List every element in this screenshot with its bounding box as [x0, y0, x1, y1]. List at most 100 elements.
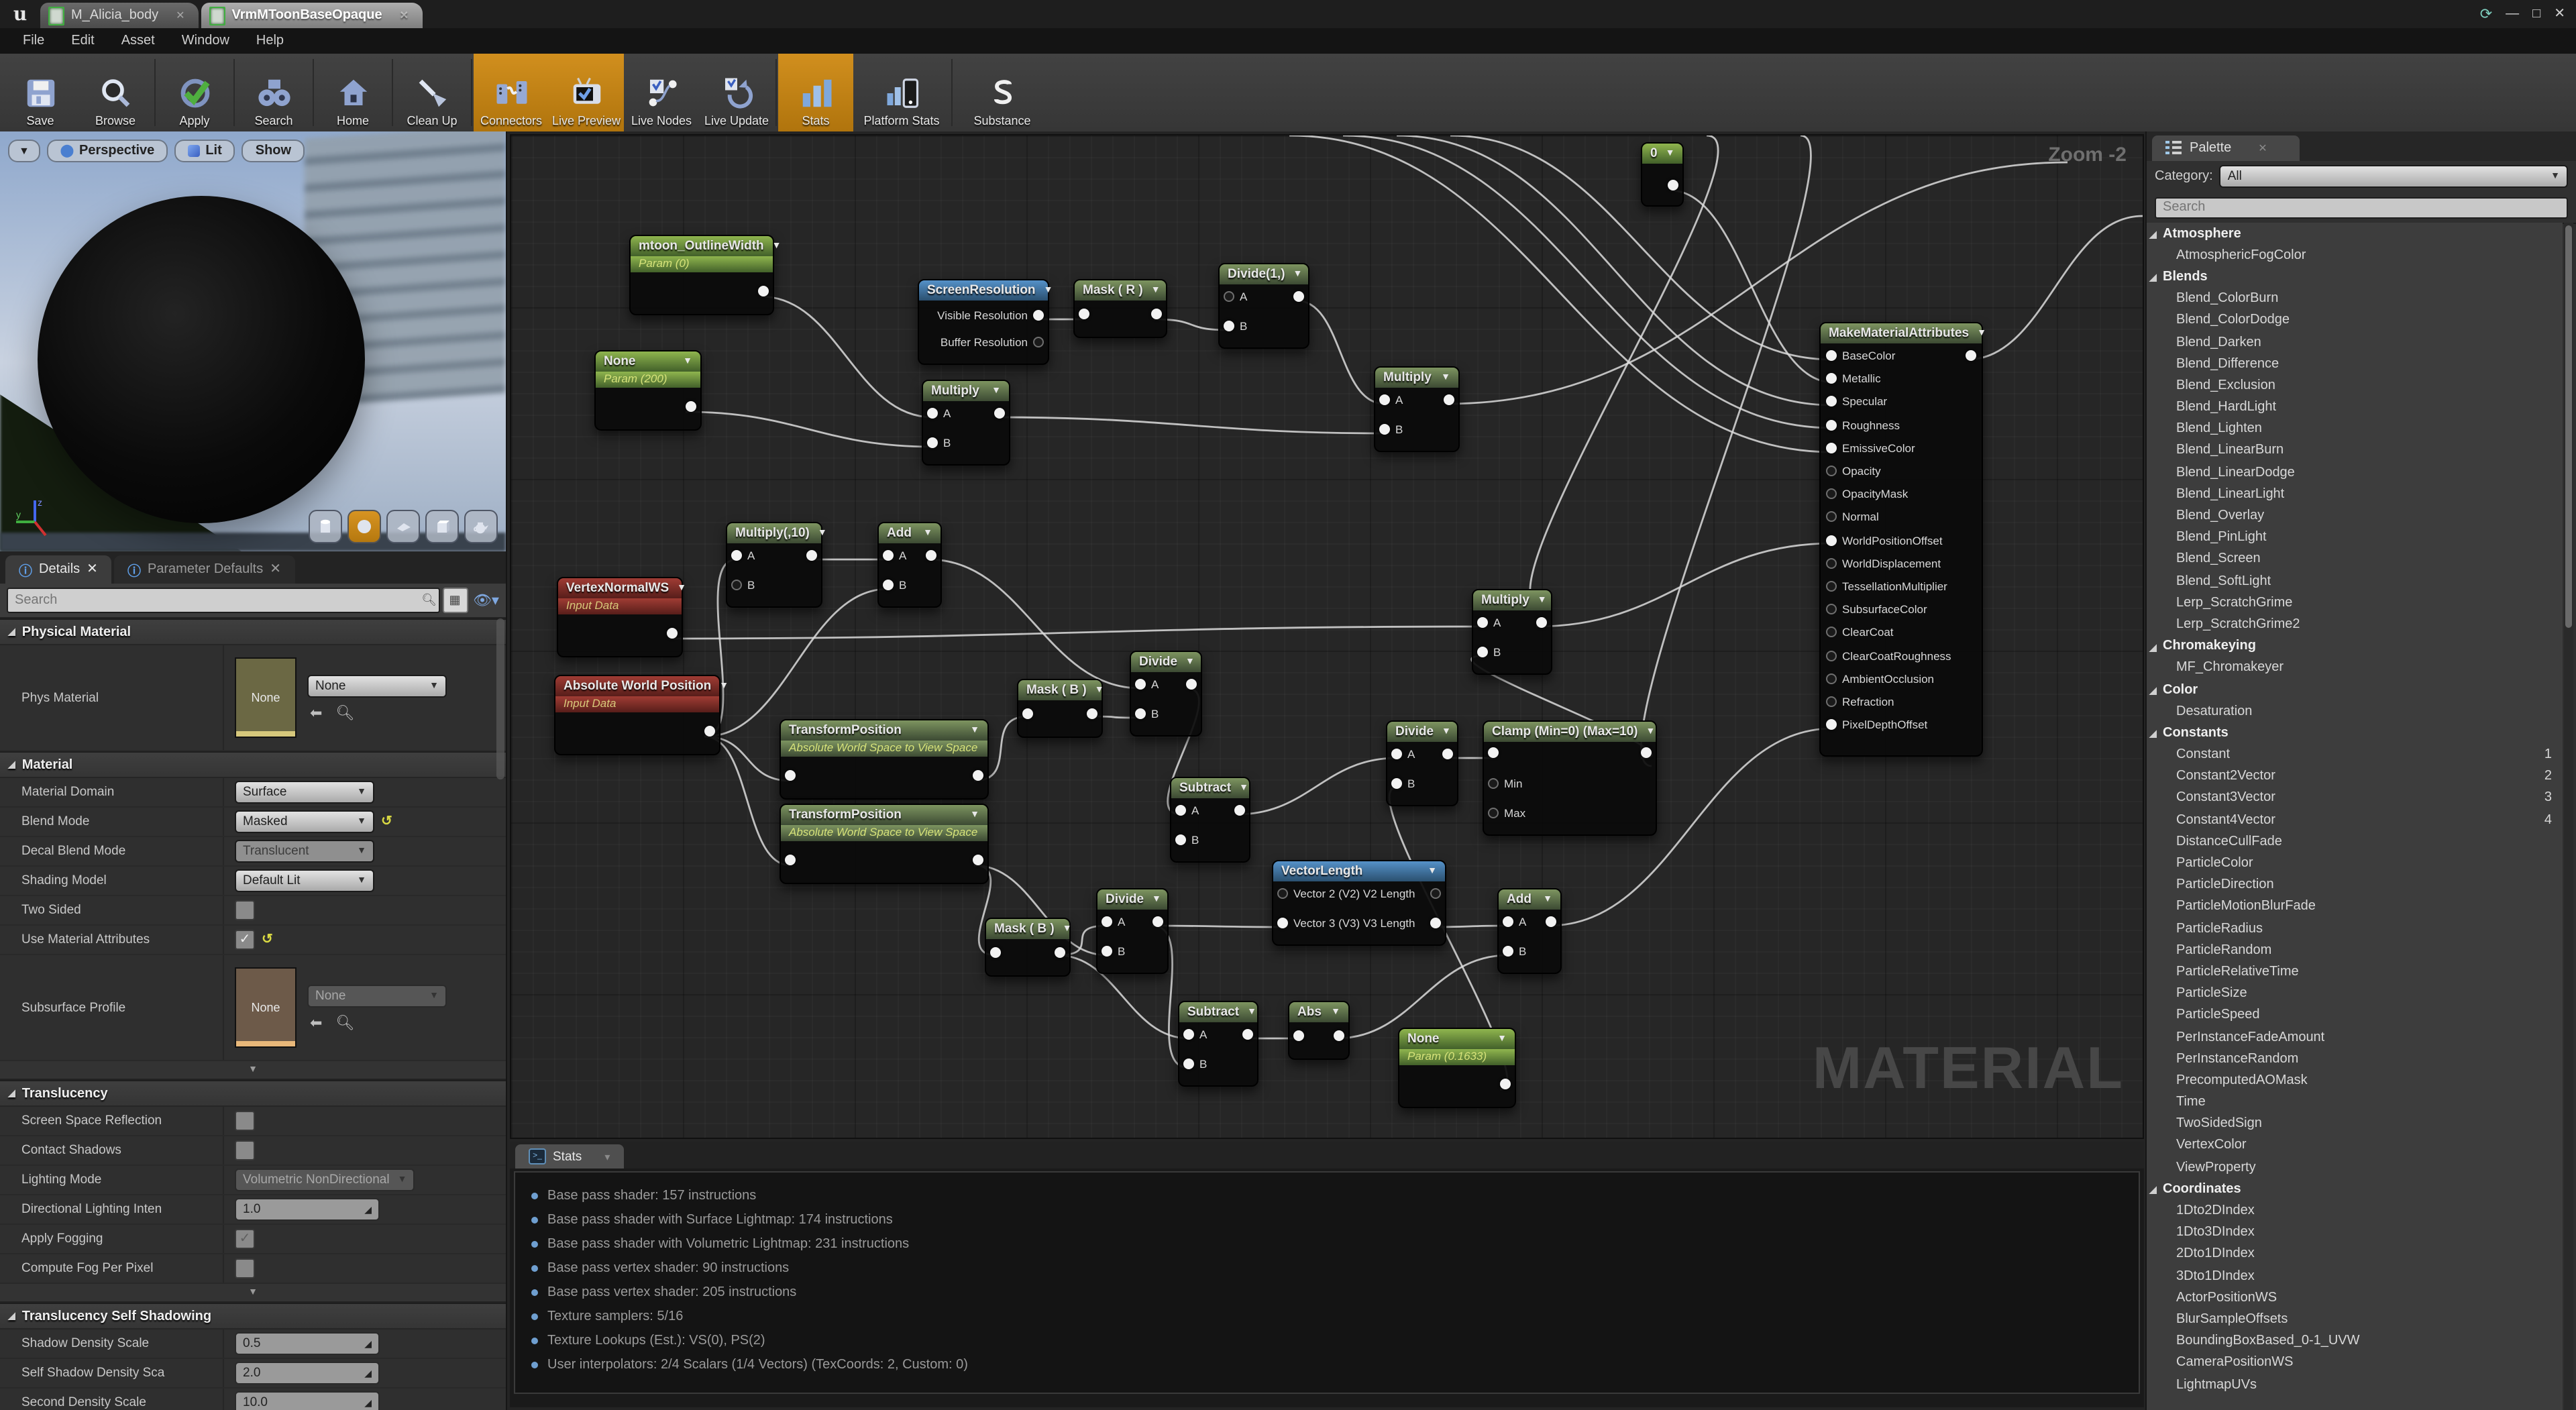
- minimize-button[interactable]: —: [2506, 7, 2519, 21]
- details-scrollbar[interactable]: [496, 618, 504, 779]
- input-pin-b[interactable]: [1224, 321, 1234, 331]
- details-tab-parameter-defaults[interactable]: ⓘParameter Defaults✕: [114, 555, 294, 584]
- input-pin[interactable]: [785, 855, 796, 865]
- node-header[interactable]: 0▼: [1642, 144, 1682, 164]
- input-pin-max[interactable]: [1488, 808, 1499, 818]
- node-header[interactable]: Multiply▼: [1473, 590, 1551, 610]
- input-pin[interactable]: [1022, 708, 1033, 719]
- palette-item[interactable]: Blend_ColorBurn: [2147, 288, 2563, 309]
- checkbox-apply-fogging[interactable]: ✓: [235, 1229, 255, 1249]
- output-pin[interactable]: [1152, 916, 1163, 927]
- input-pin-subsurfacecolor[interactable]: [1826, 604, 1837, 614]
- palette-item[interactable]: ParticleColor: [2147, 853, 2563, 874]
- palette-scrollbar[interactable]: [2564, 223, 2573, 1410]
- input-pin[interactable]: [1079, 309, 1089, 319]
- dropdown-material-domain[interactable]: Surface▼: [235, 781, 374, 804]
- output-pin[interactable]: [1293, 291, 1304, 302]
- palette-item[interactable]: 2Dto1DIndex: [2147, 1244, 2563, 1265]
- input-pin-roughness[interactable]: [1826, 419, 1837, 430]
- viewport-lit-button[interactable]: Lit: [174, 140, 235, 162]
- section-header-material[interactable]: ◢Material: [0, 751, 506, 778]
- palette-category-color[interactable]: ◢Color: [2147, 679, 2563, 700]
- close-icon[interactable]: ✕: [87, 562, 98, 577]
- reset-to-default-icon[interactable]: ↺: [262, 932, 273, 947]
- palette-item[interactable]: ActorPositionWS: [2147, 1287, 2563, 1308]
- output-pin[interactable]: [1334, 1030, 1344, 1041]
- output-pin[interactable]: [704, 726, 715, 737]
- palette-item[interactable]: 3Dto1DIndex: [2147, 1265, 2563, 1287]
- input-pin-b[interactable]: [927, 437, 938, 448]
- node-header[interactable]: Mask ( B )▼: [986, 919, 1069, 939]
- category-dropdown[interactable]: All▼: [2220, 165, 2568, 188]
- toolbar-stats[interactable]: Stats: [778, 54, 853, 131]
- input-pin-a[interactable]: [1175, 805, 1186, 816]
- palette-item[interactable]: Desaturation: [2147, 700, 2563, 722]
- maximize-button[interactable]: □: [2532, 7, 2540, 21]
- output-pin[interactable]: [973, 770, 983, 781]
- output-pin[interactable]: [1242, 1029, 1253, 1040]
- node-subtract-upper[interactable]: Subtract▼AB: [1170, 777, 1250, 863]
- node-divide-upper[interactable]: Divide▼AB: [1130, 651, 1202, 737]
- input-pin-specular[interactable]: [1826, 396, 1837, 407]
- palette-item[interactable]: Blend_Darken: [2147, 331, 2563, 353]
- input-pin-opacitymask[interactable]: [1826, 488, 1837, 499]
- palette-item[interactable]: DistanceCullFade: [2147, 831, 2563, 853]
- node-constant-0[interactable]: 0▼: [1641, 142, 1684, 207]
- output-pin[interactable]: [1536, 617, 1547, 628]
- toolbar-clean-up[interactable]: Clean Up: [394, 54, 470, 131]
- node-header[interactable]: Divide(1,)▼: [1220, 264, 1308, 284]
- toolbar-search[interactable]: Search: [236, 54, 311, 131]
- palette-item[interactable]: Time: [2147, 1091, 2563, 1113]
- palette-item[interactable]: Blend_Exclusion: [2147, 375, 2563, 396]
- palette-item[interactable]: Blend_ColorDodge: [2147, 310, 2563, 331]
- input-pin-b[interactable]: [1102, 946, 1112, 957]
- input-pin-b[interactable]: [1503, 946, 1513, 957]
- spinner-self-shadow-density-sca[interactable]: 2.0◢: [235, 1362, 380, 1385]
- output-pin[interactable]: [926, 550, 936, 561]
- input-pin[interactable]: [785, 770, 796, 781]
- input-pin-a[interactable]: [1503, 916, 1513, 927]
- toolbar-home[interactable]: Home: [315, 54, 390, 131]
- details-tab-details[interactable]: ⓘDetails✕: [5, 555, 111, 584]
- output-pin[interactable]: [1966, 350, 1976, 361]
- palette-item[interactable]: ParticleRelativeTime: [2147, 961, 2563, 983]
- node-vertexnormalws[interactable]: VertexNormalWS▼Input Data: [557, 577, 683, 657]
- node-param-none-0-1633[interactable]: None▼Param (0.1633): [1398, 1028, 1516, 1108]
- menu-asset[interactable]: Asset: [109, 31, 167, 51]
- tab-palette[interactable]: Palette ✕: [2152, 135, 2300, 161]
- node-header[interactable]: Abs▼: [1289, 1002, 1348, 1022]
- output-pin[interactable]: [1668, 180, 1678, 191]
- input-pin-b[interactable]: [1379, 424, 1390, 435]
- node-header[interactable]: ScreenResolution▼: [919, 280, 1048, 301]
- input-pin[interactable]: [1488, 747, 1499, 758]
- palette-item[interactable]: MF_Chromakeyer: [2147, 657, 2563, 679]
- node-header[interactable]: MakeMaterialAttributes▼: [1821, 323, 1982, 343]
- checkbox-compute-fog-per-pixel[interactable]: ✓: [235, 1258, 255, 1279]
- viewport-perspective-button[interactable]: ⬤Perspective: [47, 140, 168, 162]
- palette-item[interactable]: Blend_LinearBurn: [2147, 440, 2563, 462]
- output-pin[interactable]: [1087, 708, 1097, 719]
- node-multiply-upper-right[interactable]: Multiply▼AB: [1374, 366, 1460, 452]
- palette-item[interactable]: Constant1: [2147, 744, 2563, 765]
- node-param-none-200[interactable]: None▼Param (200): [594, 350, 702, 431]
- node-header[interactable]: Add▼: [1499, 889, 1560, 910]
- output-pin[interactable]: [1151, 309, 1162, 319]
- node-header[interactable]: Multiply▼: [923, 381, 1009, 401]
- palette-item[interactable]: ViewProperty: [2147, 1156, 2563, 1178]
- preview-shape-teapot[interactable]: [464, 510, 498, 543]
- input-pin-tessellationmultiplier[interactable]: [1826, 581, 1837, 592]
- palette-item[interactable]: Blend_SoftLight: [2147, 570, 2563, 592]
- node-header[interactable]: Add▼: [879, 523, 941, 543]
- palette-item[interactable]: Blend_Lighten: [2147, 418, 2563, 439]
- node-header[interactable]: Divide▼: [1131, 652, 1201, 672]
- palette-item[interactable]: PerInstanceFadeAmount: [2147, 1026, 2563, 1048]
- checkbox-two-sided[interactable]: ✓: [235, 900, 255, 920]
- toolbar-save[interactable]: Save: [3, 54, 78, 131]
- section-expander[interactable]: ▼: [0, 1061, 506, 1080]
- palette-item[interactable]: CameraPositionWS: [2147, 1352, 2563, 1374]
- preview-shape-cube[interactable]: [425, 510, 459, 543]
- node-header[interactable]: TransformPosition▼: [781, 720, 987, 741]
- output-pin[interactable]: [1641, 747, 1652, 758]
- palette-item[interactable]: BoundingBoxBased_0-1_UVW: [2147, 1330, 2563, 1352]
- output-pin[interactable]: [1500, 1079, 1511, 1089]
